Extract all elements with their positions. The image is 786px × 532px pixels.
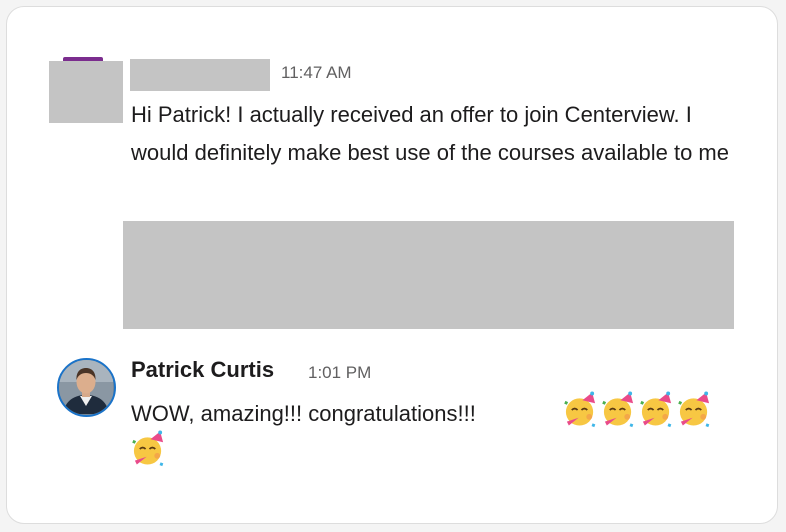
partying-face-icon <box>132 430 164 467</box>
author-name[interactable]: Patrick Curtis <box>131 357 274 383</box>
avatar-redaction <box>49 61 123 123</box>
emoji-group <box>563 391 712 429</box>
message-text: Hi Patrick! I actually received an offer… <box>131 102 729 165</box>
person-photo-icon <box>59 360 113 414</box>
message-timestamp[interactable]: 1:01 PM <box>308 363 371 383</box>
attachment-redacted <box>123 221 734 329</box>
avatar[interactable] <box>57 358 116 417</box>
partying-face-icon <box>602 391 634 428</box>
partying-face-icon <box>564 391 596 428</box>
partying-face-icon <box>640 391 672 428</box>
author-name-redacted[interactable] <box>130 59 270 91</box>
partying-face-icon <box>678 391 710 428</box>
avatar-redacted[interactable] <box>49 57 123 123</box>
message-timestamp[interactable]: 11:47 AM <box>281 63 352 83</box>
